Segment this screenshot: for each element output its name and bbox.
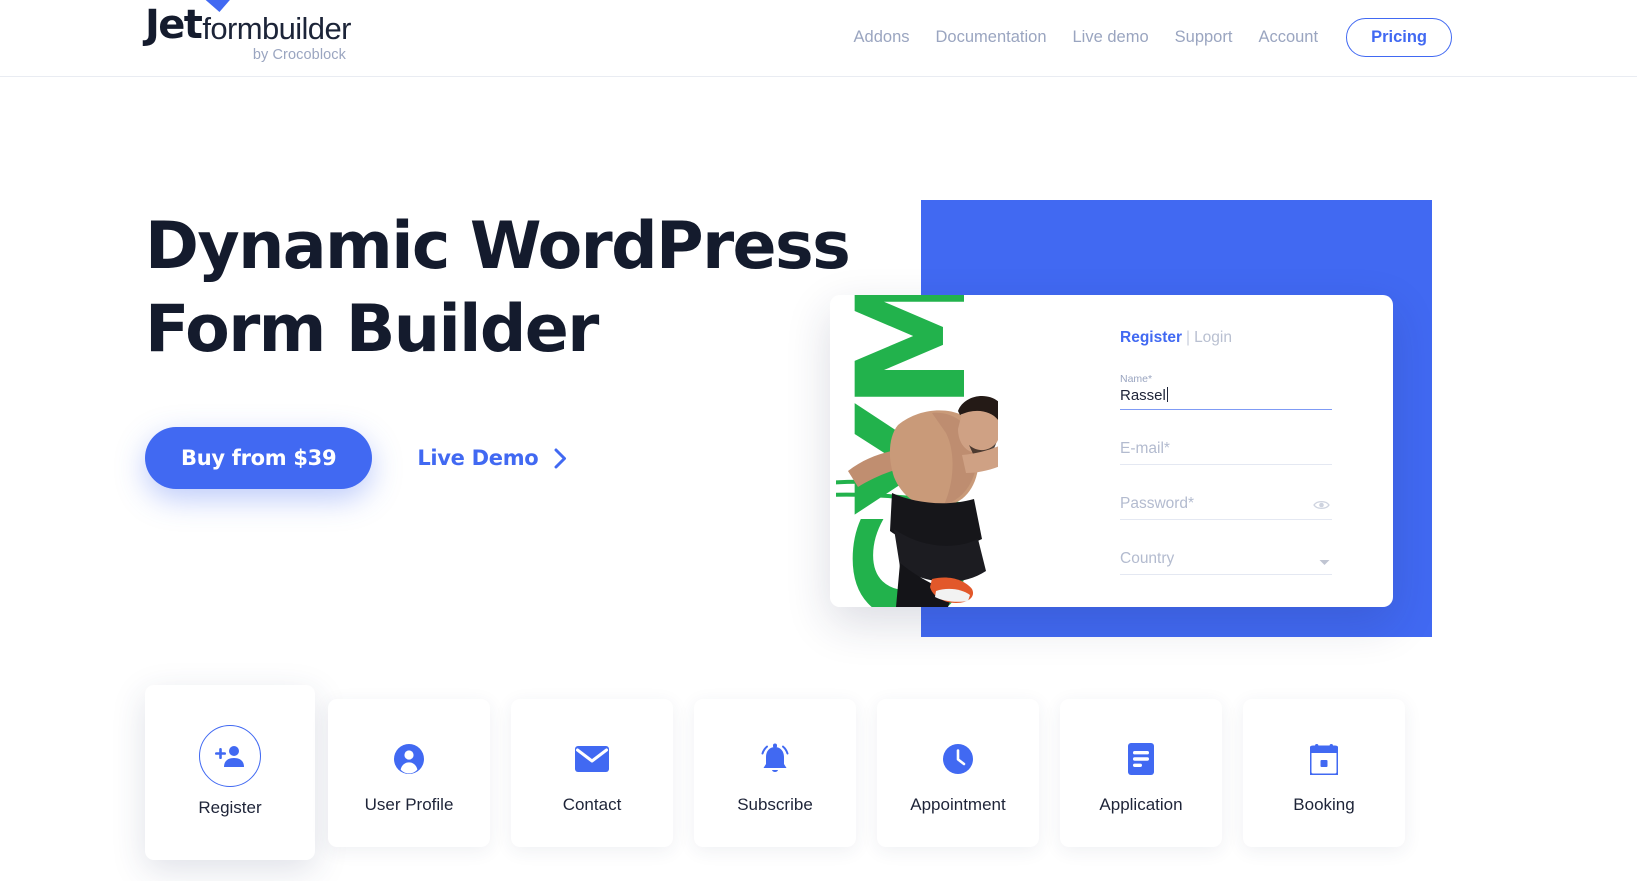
card-label: Application bbox=[1099, 795, 1183, 814]
nav-item-account[interactable]: Account bbox=[1245, 20, 1331, 55]
icon-ring bbox=[199, 724, 261, 787]
form-type-cards: Register User Profile Contact Subscribe … bbox=[0, 685, 1637, 875]
hero-actions: Buy from $39 Live Demo bbox=[145, 427, 567, 489]
tab-separator: | bbox=[1186, 329, 1191, 346]
account-circle-icon bbox=[394, 744, 424, 774]
password-field-group: Password* bbox=[1120, 489, 1332, 520]
form-type-card-booking[interactable]: Booking bbox=[1243, 699, 1405, 847]
name-input[interactable]: Rassel bbox=[1120, 387, 1332, 410]
form-type-card-register[interactable]: Register bbox=[145, 685, 315, 860]
nav-item-addons[interactable]: Addons bbox=[841, 20, 923, 55]
live-demo-label: Live Demo bbox=[417, 446, 539, 470]
card-icon-wrap bbox=[1128, 731, 1154, 787]
email-icon bbox=[575, 746, 609, 772]
tab-register[interactable]: Register bbox=[1120, 329, 1182, 346]
form-tabs: Register | Login bbox=[1120, 329, 1332, 347]
card-label: Appointment bbox=[910, 795, 1006, 814]
card-label: Register bbox=[198, 797, 262, 817]
card-icon-wrap bbox=[394, 731, 424, 787]
clock-icon bbox=[943, 744, 973, 774]
text-caret bbox=[1166, 387, 1168, 402]
site-logo[interactable]: Jet formbuilder by Crocoblock bbox=[145, 0, 355, 67]
name-input-value: Rassel bbox=[1120, 387, 1166, 404]
live-demo-link[interactable]: Live Demo bbox=[417, 446, 567, 470]
site-header: Jet formbuilder by Crocoblock Addons Doc… bbox=[0, 0, 1637, 77]
bell-ring-icon bbox=[761, 743, 789, 772]
page-title: Dynamic WordPress Form Builder bbox=[145, 209, 851, 368]
card-icon-wrap bbox=[575, 731, 609, 787]
nav-item-live-demo[interactable]: Live demo bbox=[1060, 20, 1162, 55]
country-select[interactable]: Country bbox=[1120, 544, 1332, 575]
card-icon-wrap bbox=[199, 724, 261, 787]
nav-item-documentation[interactable]: Documentation bbox=[923, 20, 1060, 55]
card-icon-wrap bbox=[760, 731, 790, 787]
card-icon-wrap bbox=[1310, 731, 1338, 787]
tab-login[interactable]: Login bbox=[1194, 329, 1232, 346]
form-type-card-contact[interactable]: Contact bbox=[511, 699, 673, 847]
athlete-illustration bbox=[836, 396, 998, 607]
logo-triangle-icon bbox=[205, 0, 233, 13]
eye-icon[interactable] bbox=[1313, 499, 1330, 511]
card-label: Booking bbox=[1293, 795, 1355, 814]
card-label: User Profile bbox=[364, 795, 454, 814]
person-add-icon bbox=[215, 745, 244, 767]
name-field-group: Name* Rassel bbox=[1120, 373, 1332, 410]
nav-item-support[interactable]: Support bbox=[1162, 20, 1246, 55]
form-type-card-appointment[interactable]: Appointment bbox=[877, 699, 1039, 847]
registration-form: Register | Login Name* Rassel E-mail* Pass… bbox=[1120, 329, 1332, 607]
main-navigation: Addons Documentation Live demo Support A… bbox=[841, 18, 1452, 57]
email-field-group: E-mail* bbox=[1120, 434, 1332, 465]
pricing-button[interactable]: Pricing bbox=[1346, 18, 1452, 57]
logo-formbuilder-text: formbuilder bbox=[202, 11, 351, 46]
signup-form-card: GYM bbox=[830, 295, 1393, 607]
buy-button[interactable]: Buy from $39 bbox=[145, 427, 373, 489]
email-input[interactable]: E-mail* bbox=[1120, 434, 1332, 465]
logo-wordmark: Jet formbuilder bbox=[145, 0, 355, 48]
form-type-card-user-profile[interactable]: User Profile bbox=[328, 699, 490, 847]
athlete-photo-pane: GYM bbox=[830, 295, 998, 607]
password-input[interactable]: Password* bbox=[1120, 489, 1332, 520]
card-icon-wrap bbox=[943, 731, 973, 787]
card-label: Subscribe bbox=[737, 795, 813, 814]
card-label: Contact bbox=[562, 795, 622, 814]
logo-jet-text: Jet bbox=[145, 2, 203, 48]
calendar-icon bbox=[1310, 743, 1338, 775]
hero-section: Dynamic WordPress Form Builder Buy from … bbox=[0, 77, 1637, 860]
logo-subtitle: by Crocoblock bbox=[252, 47, 346, 63]
hero-graphic: GYM bbox=[830, 187, 1432, 647]
form-type-card-subscribe[interactable]: Subscribe bbox=[694, 699, 856, 847]
name-field-label: Name* bbox=[1120, 373, 1153, 385]
form-type-card-application[interactable]: Application bbox=[1060, 699, 1222, 847]
chevron-right-icon bbox=[554, 448, 567, 468]
chevron-down-icon[interactable] bbox=[1319, 559, 1330, 566]
document-lines-icon bbox=[1128, 743, 1154, 775]
country-field-group: Country bbox=[1120, 544, 1332, 575]
